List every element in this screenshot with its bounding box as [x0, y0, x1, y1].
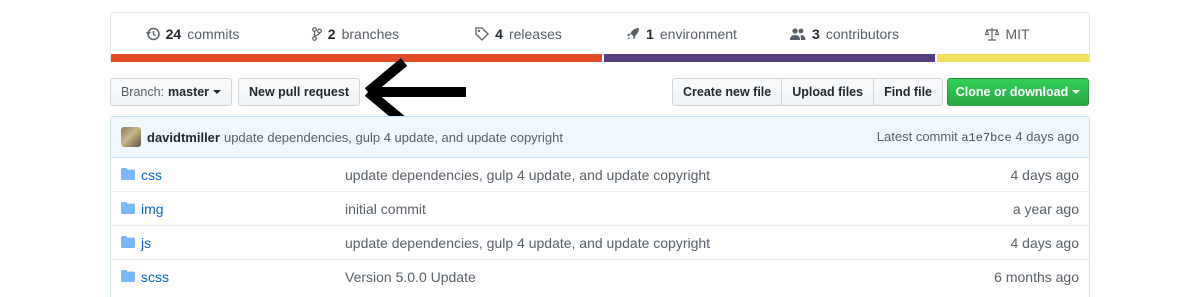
file-row: img initial commit a year ago [111, 191, 1089, 225]
environments-count: 1 [646, 25, 654, 42]
latest-commit-prefix: Latest commit [876, 129, 958, 144]
branch-prefix: Branch: [120, 85, 165, 99]
branch-select-button[interactable]: Branch: master [110, 78, 232, 106]
commit-sha[interactable]: a1e7bce [961, 131, 1011, 145]
create-new-file-button[interactable]: Create new file [672, 78, 783, 106]
environments-label: environment [659, 25, 737, 42]
file-age: a year ago [1012, 200, 1079, 217]
file-name-link[interactable]: css [141, 167, 162, 183]
branches-label: branches [341, 25, 400, 42]
contributors-count: 3 [812, 25, 820, 42]
license-label: MIT [1005, 25, 1030, 42]
commit-message[interactable]: update dependencies, gulp 4 update, and … [224, 130, 563, 145]
file-commit-message[interactable]: Version 5.0.0 Update [345, 269, 476, 285]
commits-link[interactable]: 24 commits [111, 13, 274, 54]
find-file-button[interactable]: Find file [873, 78, 943, 106]
new-pull-request-label: New pull request [248, 85, 350, 99]
upload-files-button[interactable]: Upload files [781, 78, 875, 106]
caret-down-icon [1072, 90, 1081, 94]
file-row: js update dependencies, gulp 4 update, an… [111, 225, 1089, 259]
find-file-label: Find file [884, 85, 932, 99]
language-bar[interactable] [111, 54, 1089, 62]
file-commit-message[interactable]: update dependencies, gulp 4 update, and … [345, 167, 710, 183]
file-age: 6 months ago [994, 268, 1079, 285]
git-branch-icon [311, 26, 322, 41]
environments-link[interactable]: 1 environment [600, 13, 763, 54]
upload-files-label: Upload files [792, 85, 864, 99]
folder-icon [121, 167, 135, 183]
file-commit-message[interactable]: update dependencies, gulp 4 update, and … [345, 235, 710, 251]
file-age: 4 days ago [1010, 234, 1080, 251]
repo-summary: 24 commits 2 branches 4 releases 1 envir… [110, 12, 1090, 62]
file-name-link[interactable]: scss [141, 269, 169, 285]
file-commit-message[interactable]: initial commit [345, 201, 426, 217]
clone-label: Clone or download [955, 85, 1069, 99]
rocket-icon [627, 27, 640, 40]
latest-commit-info: Latest commit a1e7bce 4 days ago [877, 129, 1079, 145]
folder-icon [121, 269, 135, 285]
folder-icon [121, 235, 135, 251]
file-row: scss Version 5.0.0 Update 6 months ago [111, 259, 1089, 293]
file-listing: davidtmiller update dependencies, gulp 4… [110, 116, 1090, 297]
folder-icon [121, 201, 135, 217]
contributors-label: contributors [825, 25, 899, 42]
commit-author[interactable]: davidtmiller [147, 130, 220, 145]
avatar[interactable] [121, 127, 141, 147]
commits-label: commits [187, 25, 240, 42]
law-icon [985, 27, 1000, 41]
language-bar-segment[interactable] [601, 54, 936, 62]
create-new-file-label: Create new file [683, 85, 772, 99]
new-pull-request-button[interactable]: New pull request [238, 78, 360, 106]
people-icon [790, 27, 806, 40]
file-age: 4 days ago [1010, 166, 1080, 183]
branch-name: master [168, 85, 210, 99]
tag-icon [475, 26, 490, 41]
branches-count: 2 [327, 25, 336, 42]
caret-down-icon [213, 90, 222, 94]
history-icon [145, 27, 160, 40]
branches-link[interactable]: 2 branches [274, 13, 437, 54]
file-row: css update dependencies, gulp 4 update, a… [111, 158, 1089, 191]
language-bar-segment[interactable] [935, 54, 1089, 62]
releases-link[interactable]: 4 releases [437, 13, 600, 54]
releases-count: 4 [495, 25, 503, 42]
clone-or-download-button[interactable]: Clone or download [947, 78, 1089, 106]
license-link[interactable]: MIT [926, 13, 1089, 54]
language-bar-segment[interactable] [111, 54, 602, 62]
file-name-link[interactable]: js [141, 235, 151, 251]
file-name-link[interactable]: img [141, 201, 164, 217]
contributors-link[interactable]: 3 contributors [763, 13, 926, 54]
commits-count: 24 [165, 25, 182, 42]
commit-age: 4 days ago [1015, 129, 1079, 144]
file-actions-group: Create new file Upload files Find file [672, 78, 943, 106]
latest-commit-bar: davidtmiller update dependencies, gulp 4… [111, 117, 1089, 158]
releases-label: releases [508, 25, 562, 42]
